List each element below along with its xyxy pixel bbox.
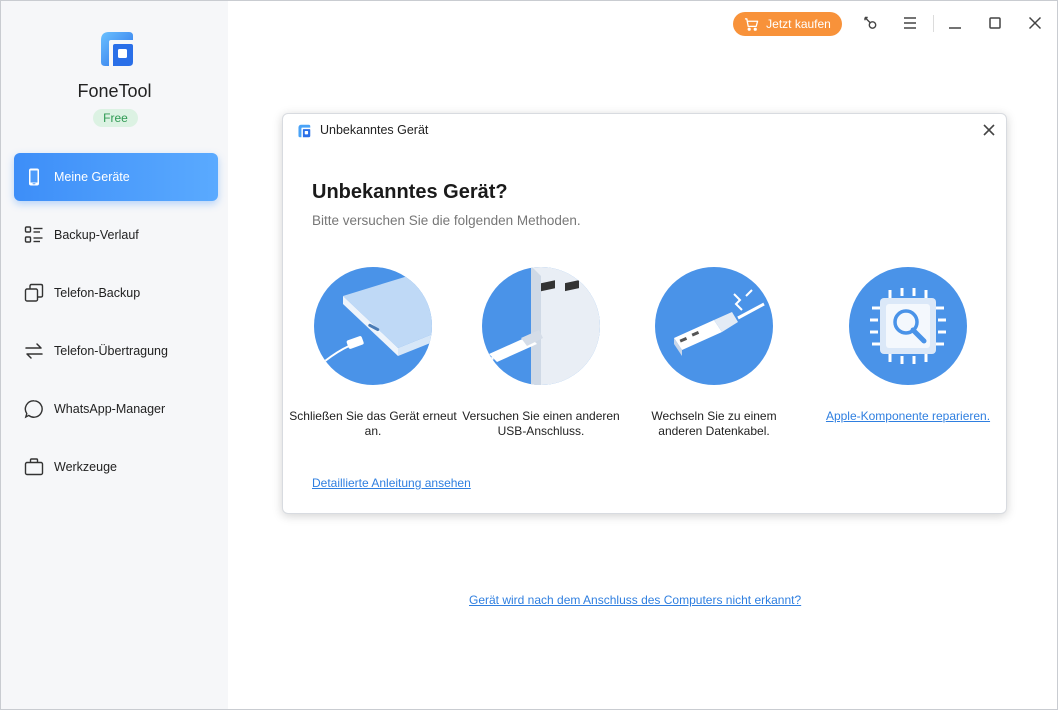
sidebar-item-label: Werkzeuge — [54, 460, 117, 474]
free-badge: Free — [93, 109, 138, 127]
dialog-title: Unbekanntes Gerät — [320, 123, 429, 137]
usb-port-icon — [482, 267, 600, 385]
chat-bubble-icon — [24, 399, 44, 419]
copy-icon — [24, 283, 44, 303]
detailed-guide-link[interactable]: Detaillierte Anleitung ansehen — [312, 476, 471, 490]
sidebar-item-telefon-backup[interactable]: Telefon-Backup — [14, 269, 218, 317]
method-chip-repair: Apple-Komponente reparieren. — [823, 266, 993, 424]
titlebar-divider — [933, 15, 934, 32]
device-not-recognized-link[interactable]: Gerät wird nach dem Anschluss des Comput… — [469, 593, 801, 607]
toolbox-icon — [24, 457, 44, 477]
sidebar-item-label: Meine Geräte — [54, 170, 130, 184]
method-caption: Schließen Sie das Gerät erneut an. — [289, 409, 457, 438]
method-caption: Versuchen Sie einen anderen USB-Anschlus… — [462, 409, 620, 438]
sidebar: FoneTool Free Meine Geräte Backup-Verlau… — [1, 1, 228, 709]
method-usb-cable: Wechseln Sie zu einem anderen Datenkabel… — [629, 266, 799, 439]
method-caption: Wechseln Sie zu einem anderen Datenkabel… — [651, 409, 777, 438]
sidebar-nav: Meine Geräte Backup-Verlauf Telefon-Back… — [14, 153, 218, 501]
sidebar-item-label: Telefon-Backup — [54, 286, 141, 300]
list-icon — [24, 225, 44, 245]
usb-cable-icon — [655, 267, 773, 385]
chip-repair-icon — [849, 267, 967, 385]
fonetool-small-logo-icon — [298, 124, 311, 138]
sidebar-item-meine-geraete[interactable]: Meine Geräte — [14, 153, 218, 201]
app-window: FoneTool Free Meine Geräte Backup-Verlau… — [0, 0, 1058, 710]
phone-icon — [24, 167, 44, 187]
unknown-device-dialog: Unbekanntes Gerät Unbekanntes Gerät? Bit… — [282, 113, 1007, 514]
sidebar-item-whatsapp-manager[interactable]: WhatsApp-Manager — [14, 385, 218, 433]
sidebar-item-werkzeuge[interactable]: Werkzeuge — [14, 443, 218, 491]
fonetool-logo-icon — [101, 32, 133, 66]
maximize-icon[interactable] — [986, 14, 1004, 32]
dialog-close-icon[interactable] — [980, 121, 998, 139]
method-usb-port: Versuchen Sie einen anderen USB-Anschlus… — [456, 266, 626, 439]
close-icon[interactable] — [1026, 14, 1044, 32]
reconnect-phone-icon — [314, 267, 432, 385]
app-name: FoneTool — [77, 81, 152, 101]
key-icon[interactable] — [861, 14, 879, 32]
sidebar-item-backup-verlauf[interactable]: Backup-Verlauf — [14, 211, 218, 259]
minimize-icon[interactable] — [946, 14, 964, 32]
sidebar-item-telefon-uebertragung[interactable]: Telefon-Übertragung — [14, 327, 218, 375]
buy-now-label: Jetzt kaufen — [766, 17, 831, 31]
sidebar-item-label: Backup-Verlauf — [54, 228, 139, 242]
menu-icon[interactable] — [901, 14, 919, 32]
repair-apple-component-link[interactable]: Apple-Komponente reparieren. — [823, 409, 993, 424]
buy-now-button[interactable]: Jetzt kaufen — [733, 12, 842, 36]
cart-icon — [745, 17, 759, 31]
transfer-arrows-icon — [24, 341, 44, 361]
dialog-subheading: Bitte versuchen Sie die folgenden Method… — [312, 213, 581, 228]
method-reconnect: Schließen Sie das Gerät erneut an. — [288, 266, 458, 439]
sidebar-item-label: WhatsApp-Manager — [54, 402, 166, 416]
dialog-heading: Unbekanntes Gerät? — [312, 181, 508, 203]
sidebar-item-label: Telefon-Übertragung — [54, 344, 168, 358]
